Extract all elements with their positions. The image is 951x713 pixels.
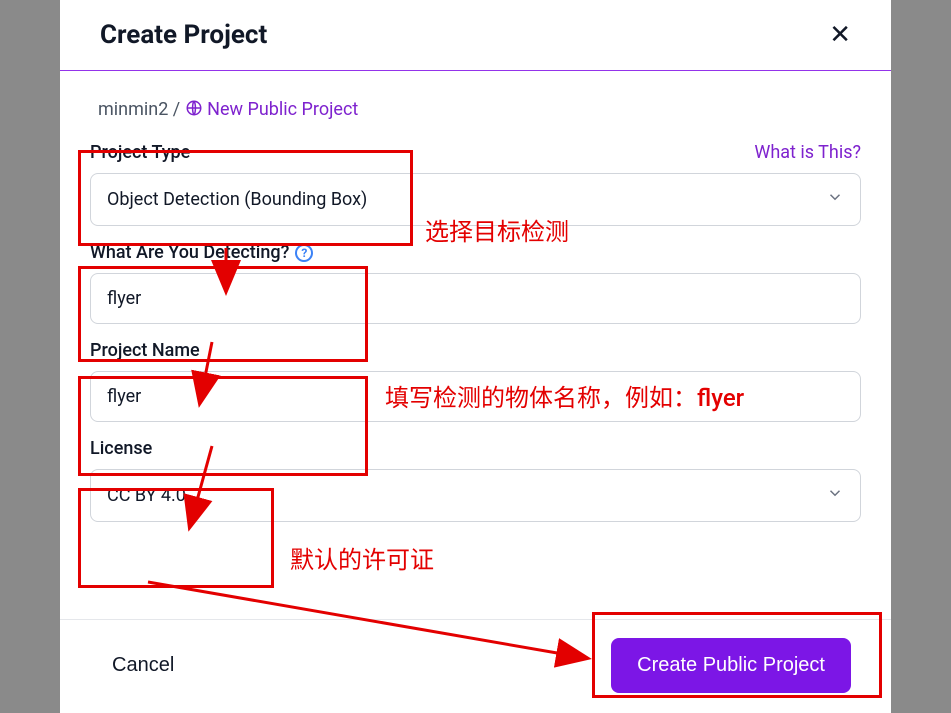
- modal-body: minmin2 / New Public Project Project Typ…: [60, 71, 891, 550]
- detecting-label: What Are You Detecting? ?: [90, 242, 313, 263]
- chevron-down-icon: [826, 188, 844, 211]
- license-label: License: [90, 438, 152, 459]
- create-project-modal: Create Project ✕ minmin2 / New Public Pr…: [60, 0, 891, 713]
- breadcrumb-workspace: minmin2: [98, 99, 168, 120]
- detecting-input[interactable]: [107, 288, 844, 309]
- project-type-value: Object Detection (Bounding Box): [107, 189, 367, 210]
- what-is-this-link[interactable]: What is This?: [754, 142, 861, 163]
- license-field: License CC BY 4.0: [90, 438, 861, 522]
- project-type-field: Project Type What is This? Object Detect…: [90, 142, 861, 226]
- cancel-button[interactable]: Cancel: [100, 644, 186, 687]
- detecting-input-wrap: [90, 273, 861, 324]
- create-public-project-button[interactable]: Create Public Project: [611, 638, 851, 693]
- modal-footer: Cancel Create Public Project: [60, 619, 891, 713]
- breadcrumb: minmin2 / New Public Project: [90, 99, 861, 122]
- modal-header: Create Project ✕: [60, 0, 891, 71]
- close-icon[interactable]: ✕: [829, 22, 851, 48]
- detecting-label-text: What Are You Detecting?: [90, 242, 289, 263]
- project-name-input[interactable]: [107, 386, 844, 407]
- project-name-label: Project Name: [90, 340, 200, 361]
- project-name-input-wrap: [90, 371, 861, 422]
- license-value: CC BY 4.0: [107, 485, 186, 506]
- globe-icon: [185, 99, 203, 122]
- breadcrumb-new-project: New Public Project: [207, 99, 358, 120]
- breadcrumb-sep: /: [168, 99, 184, 120]
- project-type-select[interactable]: Object Detection (Bounding Box): [90, 173, 861, 226]
- project-type-label: Project Type: [90, 142, 190, 163]
- chevron-down-icon: [826, 484, 844, 507]
- modal-title: Create Project: [100, 20, 267, 50]
- license-select[interactable]: CC BY 4.0: [90, 469, 861, 522]
- detecting-field: What Are You Detecting? ?: [90, 242, 861, 324]
- info-icon[interactable]: ?: [295, 244, 313, 262]
- project-name-field: Project Name: [90, 340, 861, 422]
